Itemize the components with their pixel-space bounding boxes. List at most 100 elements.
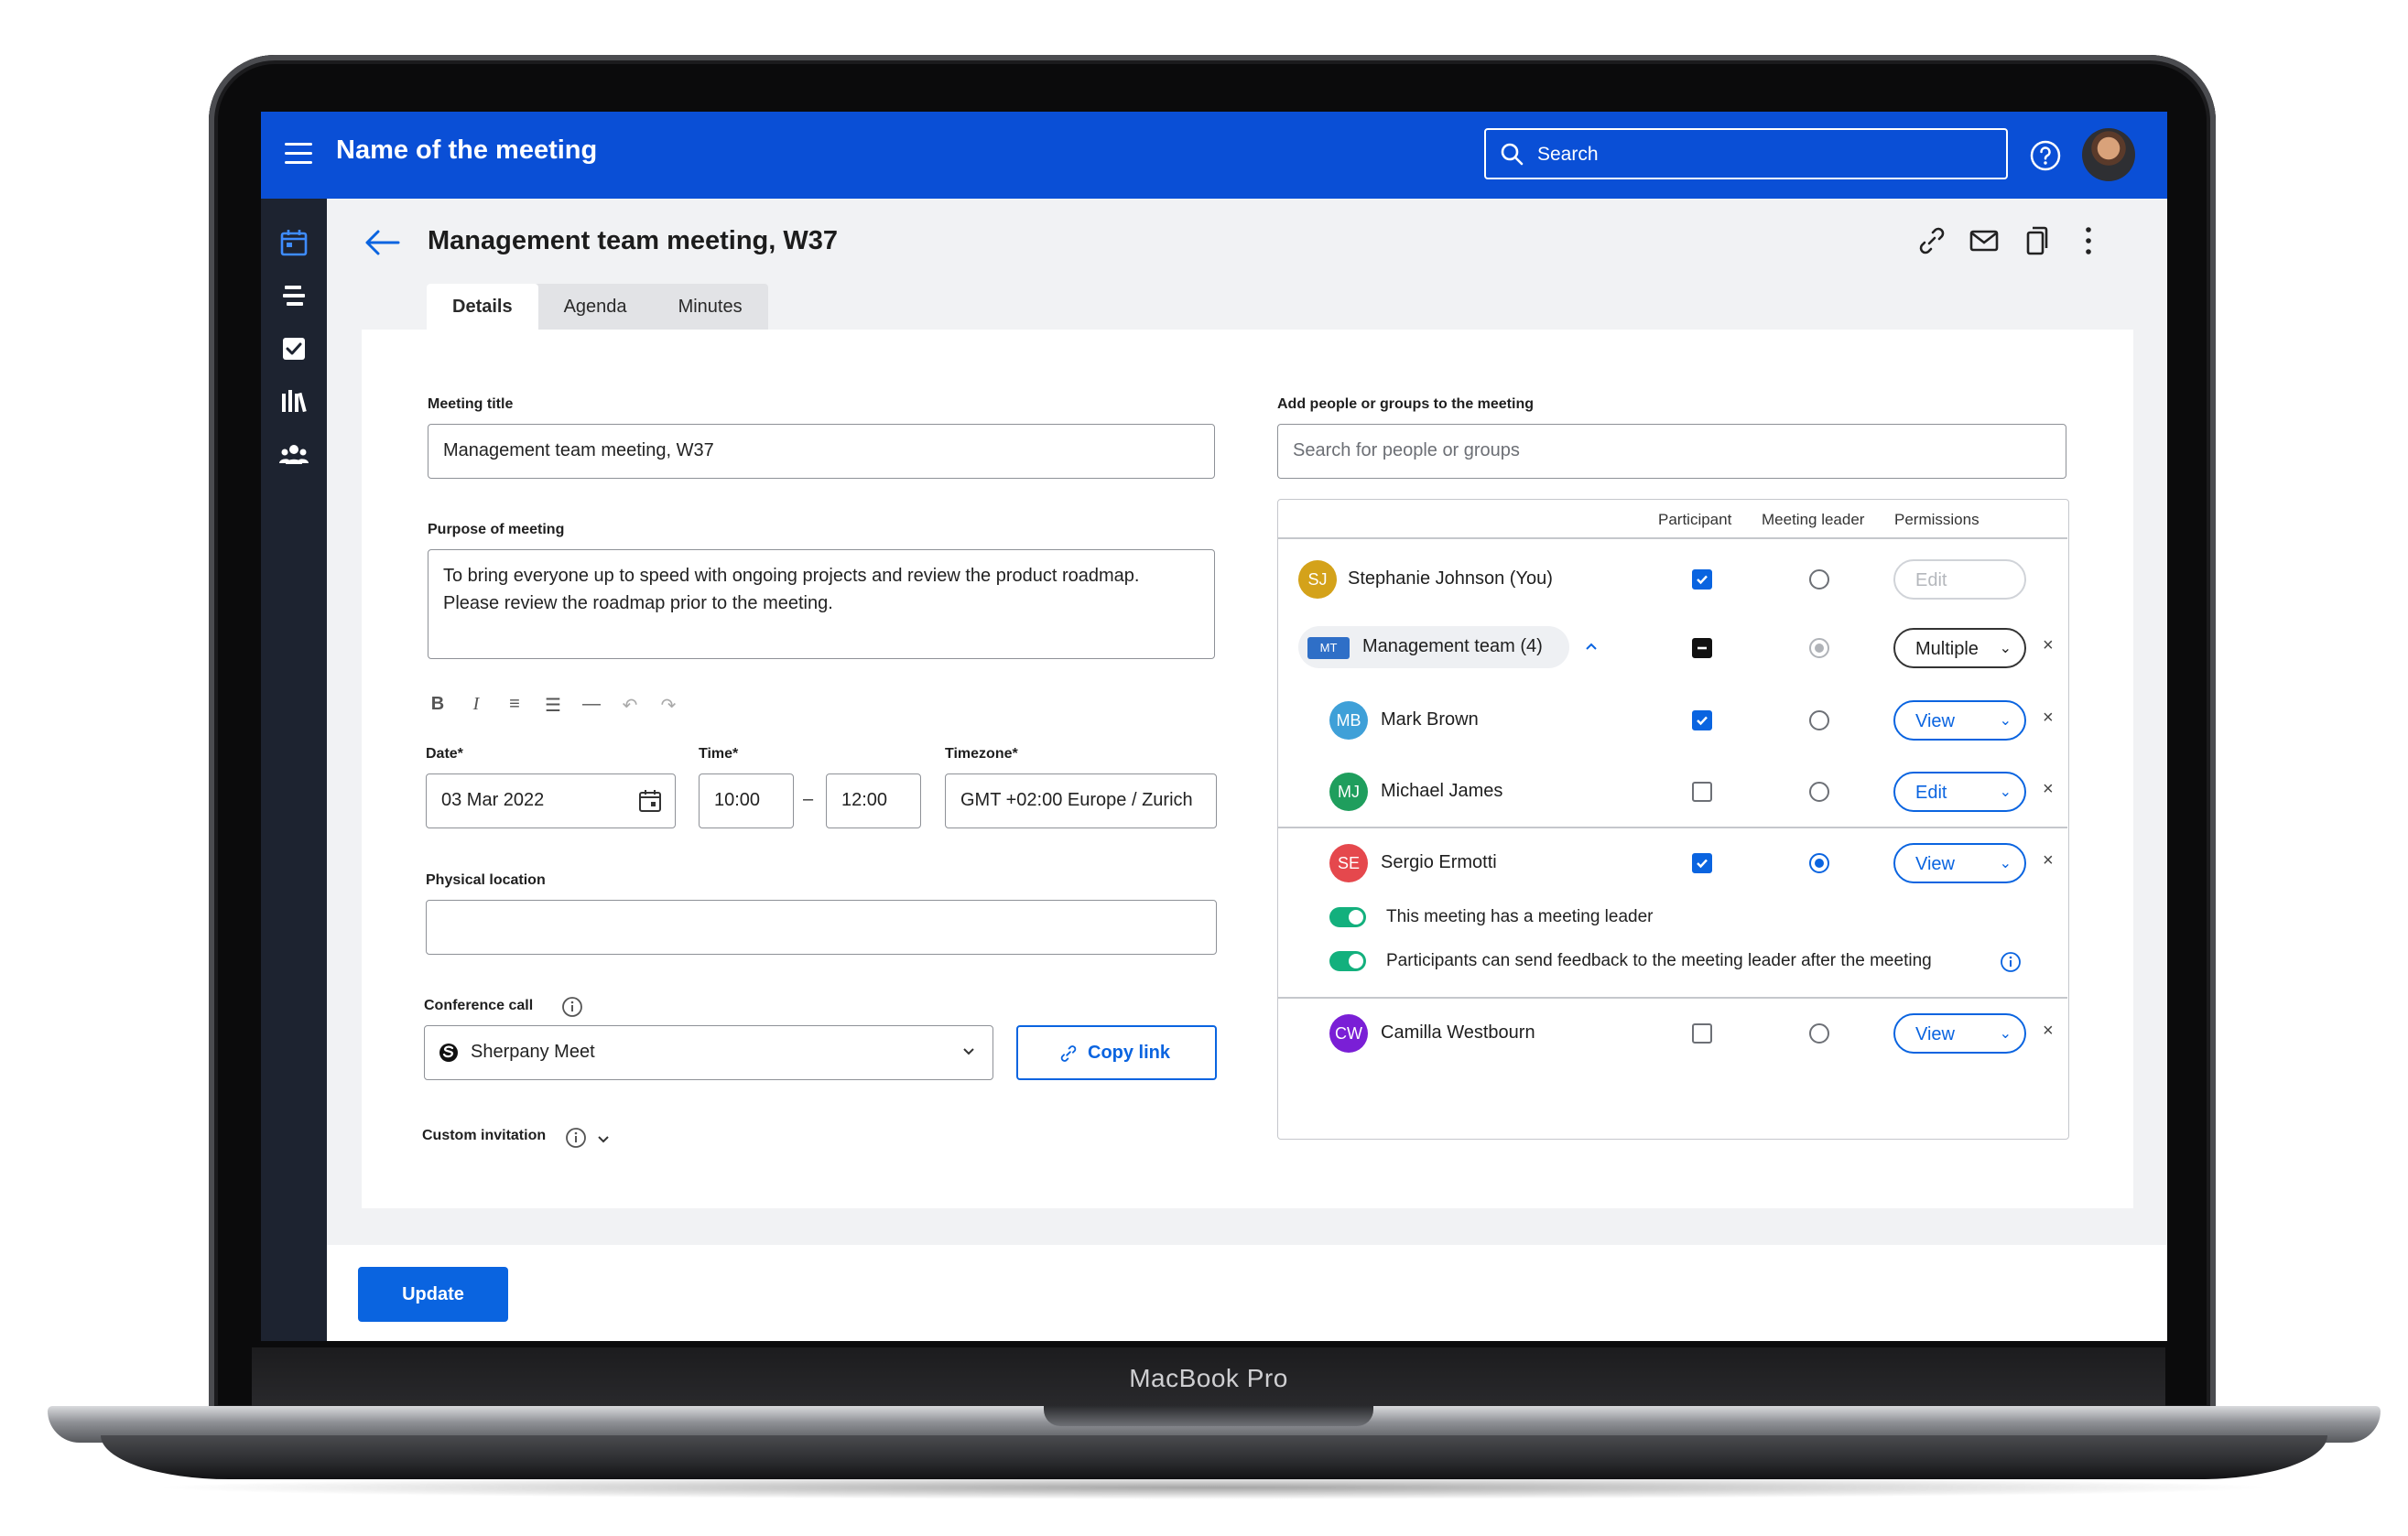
meeting-title-input[interactable]: Management team meeting, W37 xyxy=(428,424,1215,479)
permission-value: View xyxy=(1915,711,1955,731)
avatar-cw: CW xyxy=(1329,1014,1368,1053)
purpose-textarea[interactable]: To bring everyone up to speed with ongoi… xyxy=(428,549,1215,659)
bold-icon[interactable]: B xyxy=(428,694,448,717)
col-participant: Participant xyxy=(1658,511,1732,528)
permission-select[interactable]: View ⌄ xyxy=(1893,1013,2026,1054)
global-search-input[interactable]: Search xyxy=(1484,128,2008,179)
participant-checkbox[interactable] xyxy=(1692,853,1712,873)
permission-select[interactable]: View ⌄ xyxy=(1893,843,2026,883)
sherpany-logo-icon xyxy=(439,1044,458,1062)
participant-row: CW Camilla Westbourn View ⌄ × xyxy=(1278,1001,2067,1065)
remove-button[interactable]: × xyxy=(2043,1021,2054,1042)
info-icon-2[interactable] xyxy=(565,1127,587,1149)
avatar-se: SE xyxy=(1329,844,1368,882)
laptop-shadow xyxy=(146,1476,2280,1499)
participant-checkbox[interactable] xyxy=(1692,569,1712,590)
details-panel: Meeting title Management team meeting, W… xyxy=(362,330,2133,1208)
participant-checkbox[interactable] xyxy=(1692,1023,1712,1044)
remove-button[interactable]: × xyxy=(2043,779,2054,800)
permission-value: View xyxy=(1915,1024,1955,1044)
info-icon-3[interactable] xyxy=(2000,951,2022,973)
horizontal-rule-icon[interactable]: — xyxy=(581,694,602,717)
search-icon xyxy=(1501,143,1524,166)
numbered-list-icon[interactable]: ≡ xyxy=(504,694,525,717)
search-placeholder: Search xyxy=(1537,144,1599,165)
permission-select[interactable]: Edit ⌄ xyxy=(1893,772,2026,812)
app-title: Name of the meeting xyxy=(336,135,598,165)
copy-icon[interactable] xyxy=(2020,224,2053,257)
remove-button[interactable]: × xyxy=(2043,708,2054,729)
calendar-small-icon[interactable] xyxy=(638,789,662,813)
leader-radio[interactable] xyxy=(1809,853,1829,873)
tab-details[interactable]: Details xyxy=(427,284,538,330)
tab-agenda[interactable]: Agenda xyxy=(538,284,653,330)
italic-icon[interactable]: I xyxy=(466,694,486,717)
update-button[interactable]: Update xyxy=(358,1267,508,1322)
date-value: 03 Mar 2022 xyxy=(441,790,545,810)
more-icon[interactable] xyxy=(2072,224,2105,257)
footer-bar: Update xyxy=(327,1245,2167,1341)
permission-select[interactable]: Edit xyxy=(1893,559,2026,600)
chevron-up-icon[interactable] xyxy=(1584,641,1599,652)
permission-value: Edit xyxy=(1915,783,1947,803)
leader-toggle[interactable] xyxy=(1329,907,1366,927)
participant-name: Mark Brown xyxy=(1381,709,1479,730)
tab-bar: Details Agenda Minutes xyxy=(427,284,768,330)
laptop-notch xyxy=(1044,1406,1373,1426)
group-permission-select[interactable]: Multiple ⌄ xyxy=(1893,628,2026,668)
timezone-label: Timezone* xyxy=(945,746,1018,762)
leader-radio[interactable] xyxy=(1809,782,1829,802)
time-label: Time* xyxy=(699,746,739,762)
bullet-list-icon[interactable]: ☰ xyxy=(543,694,563,717)
mail-icon[interactable] xyxy=(1968,224,2001,257)
leader-radio[interactable] xyxy=(1809,710,1829,730)
leader-radio[interactable] xyxy=(1809,569,1829,590)
library-icon[interactable] xyxy=(277,385,310,418)
date-label: Date* xyxy=(426,746,463,762)
avatar[interactable] xyxy=(2082,128,2135,181)
people-icon[interactable] xyxy=(277,438,310,471)
participant-checkbox[interactable] xyxy=(1692,710,1712,730)
col-meeting-leader: Meeting leader xyxy=(1762,511,1865,528)
tab-minutes[interactable]: Minutes xyxy=(653,284,768,330)
tasks-check-icon[interactable] xyxy=(277,332,310,365)
feedback-toggle[interactable] xyxy=(1329,951,1366,971)
physical-location-input[interactable] xyxy=(426,900,1217,955)
menu-icon[interactable] xyxy=(285,143,312,165)
add-people-label: Add people or groups to the meeting xyxy=(1277,396,1534,412)
participant-checkbox[interactable] xyxy=(1692,782,1712,802)
col-permissions: Permissions xyxy=(1894,511,1980,528)
chevron-down-icon-2[interactable] xyxy=(596,1134,611,1145)
group-participant-checkbox[interactable] xyxy=(1692,638,1712,658)
info-icon[interactable] xyxy=(561,996,583,1018)
leader-radio[interactable] xyxy=(1809,1023,1829,1044)
calendar-icon[interactable] xyxy=(277,226,310,259)
remove-button[interactable]: × xyxy=(2043,850,2054,871)
help-icon[interactable] xyxy=(2029,139,2062,172)
group-name: Management team (4) xyxy=(1362,636,1543,656)
back-arrow-icon[interactable] xyxy=(362,224,402,261)
date-picker[interactable]: 03 Mar 2022 xyxy=(426,773,676,828)
laptop-brand-label: MacBook Pro xyxy=(1129,1364,1288,1392)
conference-call-label: Conference call xyxy=(424,998,534,1013)
laptop-base-lower xyxy=(101,1435,2327,1479)
participant-row: MJ Michael James Edit ⌄ × xyxy=(1278,760,2067,824)
remove-button[interactable]: × xyxy=(2043,635,2054,656)
people-search-input[interactable]: Search for people or groups xyxy=(1277,424,2066,479)
participant-name: Michael James xyxy=(1381,781,1503,801)
chevron-down-icon xyxy=(963,1048,974,1055)
custom-invitation-label[interactable]: Custom invitation xyxy=(422,1128,546,1144)
copy-link-button[interactable]: Copy link xyxy=(1016,1025,1217,1080)
purpose-label: Purpose of meeting xyxy=(428,522,565,537)
agenda-list-icon[interactable] xyxy=(277,279,310,312)
permission-select[interactable]: View ⌄ xyxy=(1893,700,2026,741)
participant-name: Camilla Westbourn xyxy=(1381,1022,1535,1043)
redo-icon[interactable]: ↷ xyxy=(658,694,678,717)
link-icon[interactable] xyxy=(1915,224,1948,257)
undo-icon[interactable]: ↶ xyxy=(620,694,640,717)
timezone-select[interactable]: GMT +02:00 Europe / Zurich xyxy=(945,773,1217,828)
conference-call-select[interactable]: Sherpany Meet xyxy=(424,1025,993,1080)
time-start-input[interactable]: 10:00 xyxy=(699,773,794,828)
time-end-input[interactable]: 12:00 xyxy=(826,773,921,828)
participant-name: Sergio Ermotti xyxy=(1381,852,1497,872)
